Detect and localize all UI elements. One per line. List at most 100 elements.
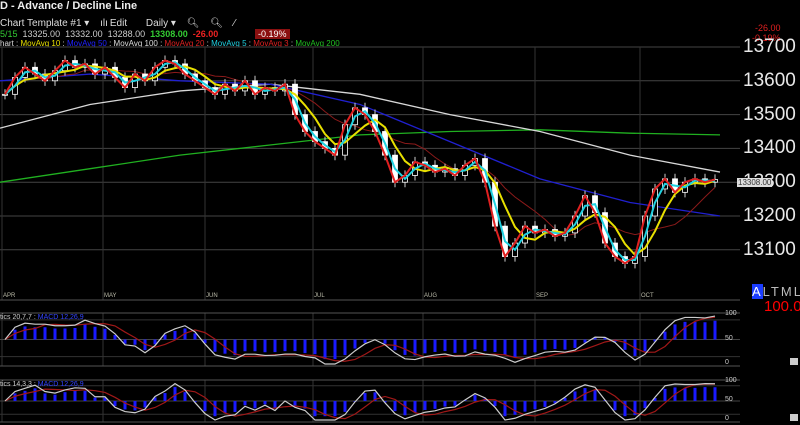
macd-histogram-bar	[303, 339, 307, 354]
macd-histogram-bar	[563, 339, 567, 350]
altml-label[interactable]: ALTML	[752, 284, 800, 299]
macd-histogram-bar	[483, 339, 487, 352]
macd-histogram-bar	[493, 339, 497, 353]
macd-histogram-bar	[93, 326, 97, 340]
macd-histogram-bar	[133, 339, 137, 345]
macd-histogram-bar	[63, 392, 67, 401]
y-tick-label: 13600	[743, 69, 796, 91]
macd-histogram-bar	[253, 401, 257, 409]
macd-histogram-bar	[453, 401, 457, 406]
macd-histogram-bar	[623, 339, 627, 350]
macd-histogram-bar	[473, 339, 477, 350]
panel-label: tics 20,7,7 : MACD 12,26,9	[0, 314, 84, 321]
macd-histogram-bar	[433, 339, 437, 352]
macd-histogram-bar	[233, 401, 237, 413]
macd-histogram-bar	[23, 390, 27, 401]
macd-histogram-bar	[193, 333, 197, 340]
macd-histogram-bar	[443, 339, 447, 352]
macd-histogram-bar	[273, 339, 277, 353]
macd-histogram-bar	[83, 324, 87, 340]
macd-histogram-bar	[663, 331, 667, 340]
macd-histogram-bar	[503, 401, 507, 417]
macd-histogram-bar	[523, 339, 527, 355]
macd-histogram-bar	[533, 339, 537, 353]
macd-histogram-bar	[313, 339, 317, 355]
macd-histogram-bar	[433, 401, 437, 409]
macd-histogram-bar	[413, 401, 417, 413]
macd-histogram-bar	[113, 401, 117, 407]
panel-resize-handle[interactable]	[790, 414, 798, 421]
macd-histogram-bar	[553, 339, 557, 349]
macd-histogram-bar	[533, 401, 537, 410]
macd-label: MACD 12,26,9	[37, 314, 84, 321]
panel-scale-label: 0	[725, 359, 729, 366]
macd-histogram-bar	[43, 327, 47, 340]
macd-histogram-bar	[263, 339, 267, 353]
macd-histogram-bar	[363, 339, 367, 343]
price-chart[interactable]	[0, 0, 800, 425]
macd-histogram-bar	[103, 328, 107, 340]
month-label: JUL	[314, 293, 325, 299]
macd-histogram-bar	[73, 390, 77, 401]
y-tick-label: 13200	[743, 205, 796, 226]
panel-label: tics 14,3,3 : MACD 12,26,9	[0, 381, 84, 388]
y-tick-label: 13100	[743, 238, 796, 260]
macd-histogram-bar	[143, 401, 147, 408]
month-label: MAY	[104, 293, 117, 299]
macd-histogram-bar	[453, 339, 457, 353]
ma5-line	[4, 61, 716, 261]
macd-histogram-bar	[333, 339, 337, 360]
stochastics-label: tics 14,3,3 :	[0, 381, 38, 388]
macd-label: MACD 12,26,9	[37, 381, 84, 388]
macd-histogram-bar	[173, 330, 177, 340]
macd-histogram-bar	[73, 327, 77, 340]
macd-histogram-bar	[423, 339, 427, 354]
macd-histogram-bar	[353, 339, 357, 349]
macd-histogram-bar	[253, 339, 257, 352]
panel-resize-handle[interactable]	[790, 358, 798, 365]
macd-histogram-bar	[293, 401, 297, 407]
macd-histogram-bar	[523, 401, 527, 412]
month-label: APR	[3, 293, 16, 299]
macd-histogram-bar	[223, 401, 227, 414]
macd-histogram-bar	[703, 322, 707, 340]
macd-histogram-bar	[613, 401, 617, 411]
macd-histogram-bar	[93, 397, 97, 401]
stochastics-label: tics 20,7,7 :	[0, 314, 38, 321]
macd-histogram-bar	[183, 392, 187, 401]
last-price-tag: 13308.00	[737, 178, 773, 187]
macd-histogram-bar	[293, 339, 297, 352]
macd-histogram-bar	[83, 390, 87, 401]
macd-histogram-bar	[693, 387, 697, 401]
altml-value: 100.0	[764, 298, 800, 315]
macd-histogram-bar	[383, 339, 387, 344]
macd-histogram-bar	[33, 388, 37, 401]
month-label: OCT	[641, 293, 654, 299]
macd-histogram-bar	[693, 321, 697, 340]
macd-histogram-bar	[513, 339, 517, 358]
month-label: SEP	[536, 293, 549, 299]
macd-histogram-bar	[403, 339, 407, 355]
macd-histogram-bar	[543, 339, 547, 350]
macd-histogram-bar	[643, 401, 647, 409]
macd-histogram-bar	[513, 401, 517, 415]
macd-histogram-bar	[343, 339, 347, 356]
ma50-line	[0, 73, 721, 217]
macd-histogram-bar	[63, 328, 67, 340]
macd-histogram-bar	[363, 393, 367, 401]
macd-histogram-bar	[703, 387, 707, 401]
macd-histogram-bar	[393, 401, 397, 412]
macd-histogram-bar	[683, 387, 687, 401]
altml-a: A	[752, 284, 763, 299]
panel-scale-label: 100	[725, 377, 737, 384]
y-tick-label: 13400	[743, 137, 796, 159]
macd-histogram-bar	[243, 339, 247, 352]
macd-histogram-bar	[243, 401, 247, 406]
macd-histogram-bar	[473, 395, 477, 401]
macd-histogram-bar	[443, 401, 447, 407]
macd-histogram-bar	[713, 387, 717, 401]
macd-histogram-bar	[713, 320, 717, 340]
panel-scale-label: 50	[725, 334, 733, 342]
macd-histogram-bar	[213, 339, 217, 352]
macd-histogram-bar	[53, 328, 57, 340]
